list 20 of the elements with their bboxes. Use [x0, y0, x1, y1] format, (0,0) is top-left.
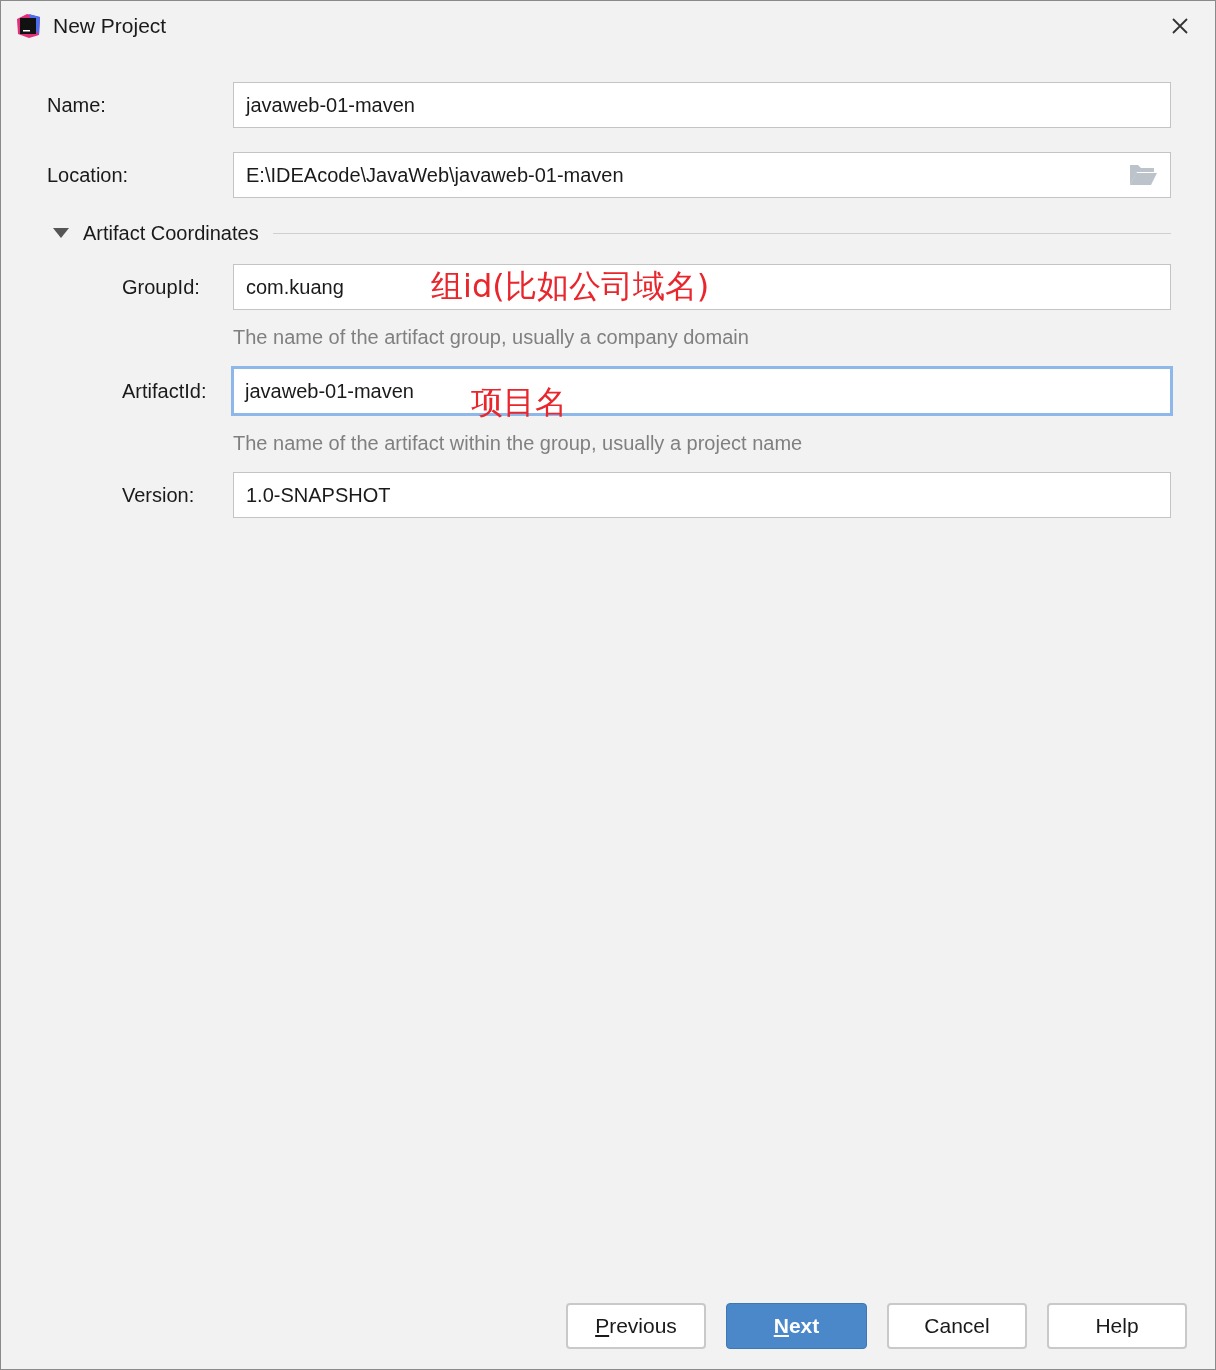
text-field[interactable]: javaweb-01-maven [233, 82, 1171, 128]
dialog-button[interactable]: Cancel [887, 1303, 1027, 1349]
hint-text: The name of the artifact within the group, usually a project name [233, 431, 804, 456]
section-title: Artifact Coordinates [83, 221, 259, 246]
field-label: Version: [122, 483, 196, 508]
annotation: 组id(比如公司域名) [431, 270, 710, 302]
dialog-button[interactable]: Previous [566, 1303, 706, 1349]
field-label: Location: [47, 163, 130, 188]
app-logo-icon [15, 13, 41, 39]
window-title: New Project [53, 13, 167, 40]
hint-text: The name of the artifact group, usually a company domain [233, 325, 750, 350]
field-label: ArtifactId: [122, 379, 208, 404]
field-label: GroupId: [122, 275, 201, 300]
dialog-button[interactable]: Next [726, 1303, 867, 1349]
collapse-triangle-icon[interactable] [53, 228, 69, 238]
text-field[interactable]: 1.0-SNAPSHOT [233, 472, 1171, 518]
dialog-button[interactable]: Help [1047, 1303, 1187, 1349]
annotation: 项目名 [471, 386, 567, 418]
text-field[interactable]: E:\IDEAcode\JavaWeb\javaweb-01-maven [233, 152, 1171, 198]
field-label: Name: [47, 93, 107, 118]
